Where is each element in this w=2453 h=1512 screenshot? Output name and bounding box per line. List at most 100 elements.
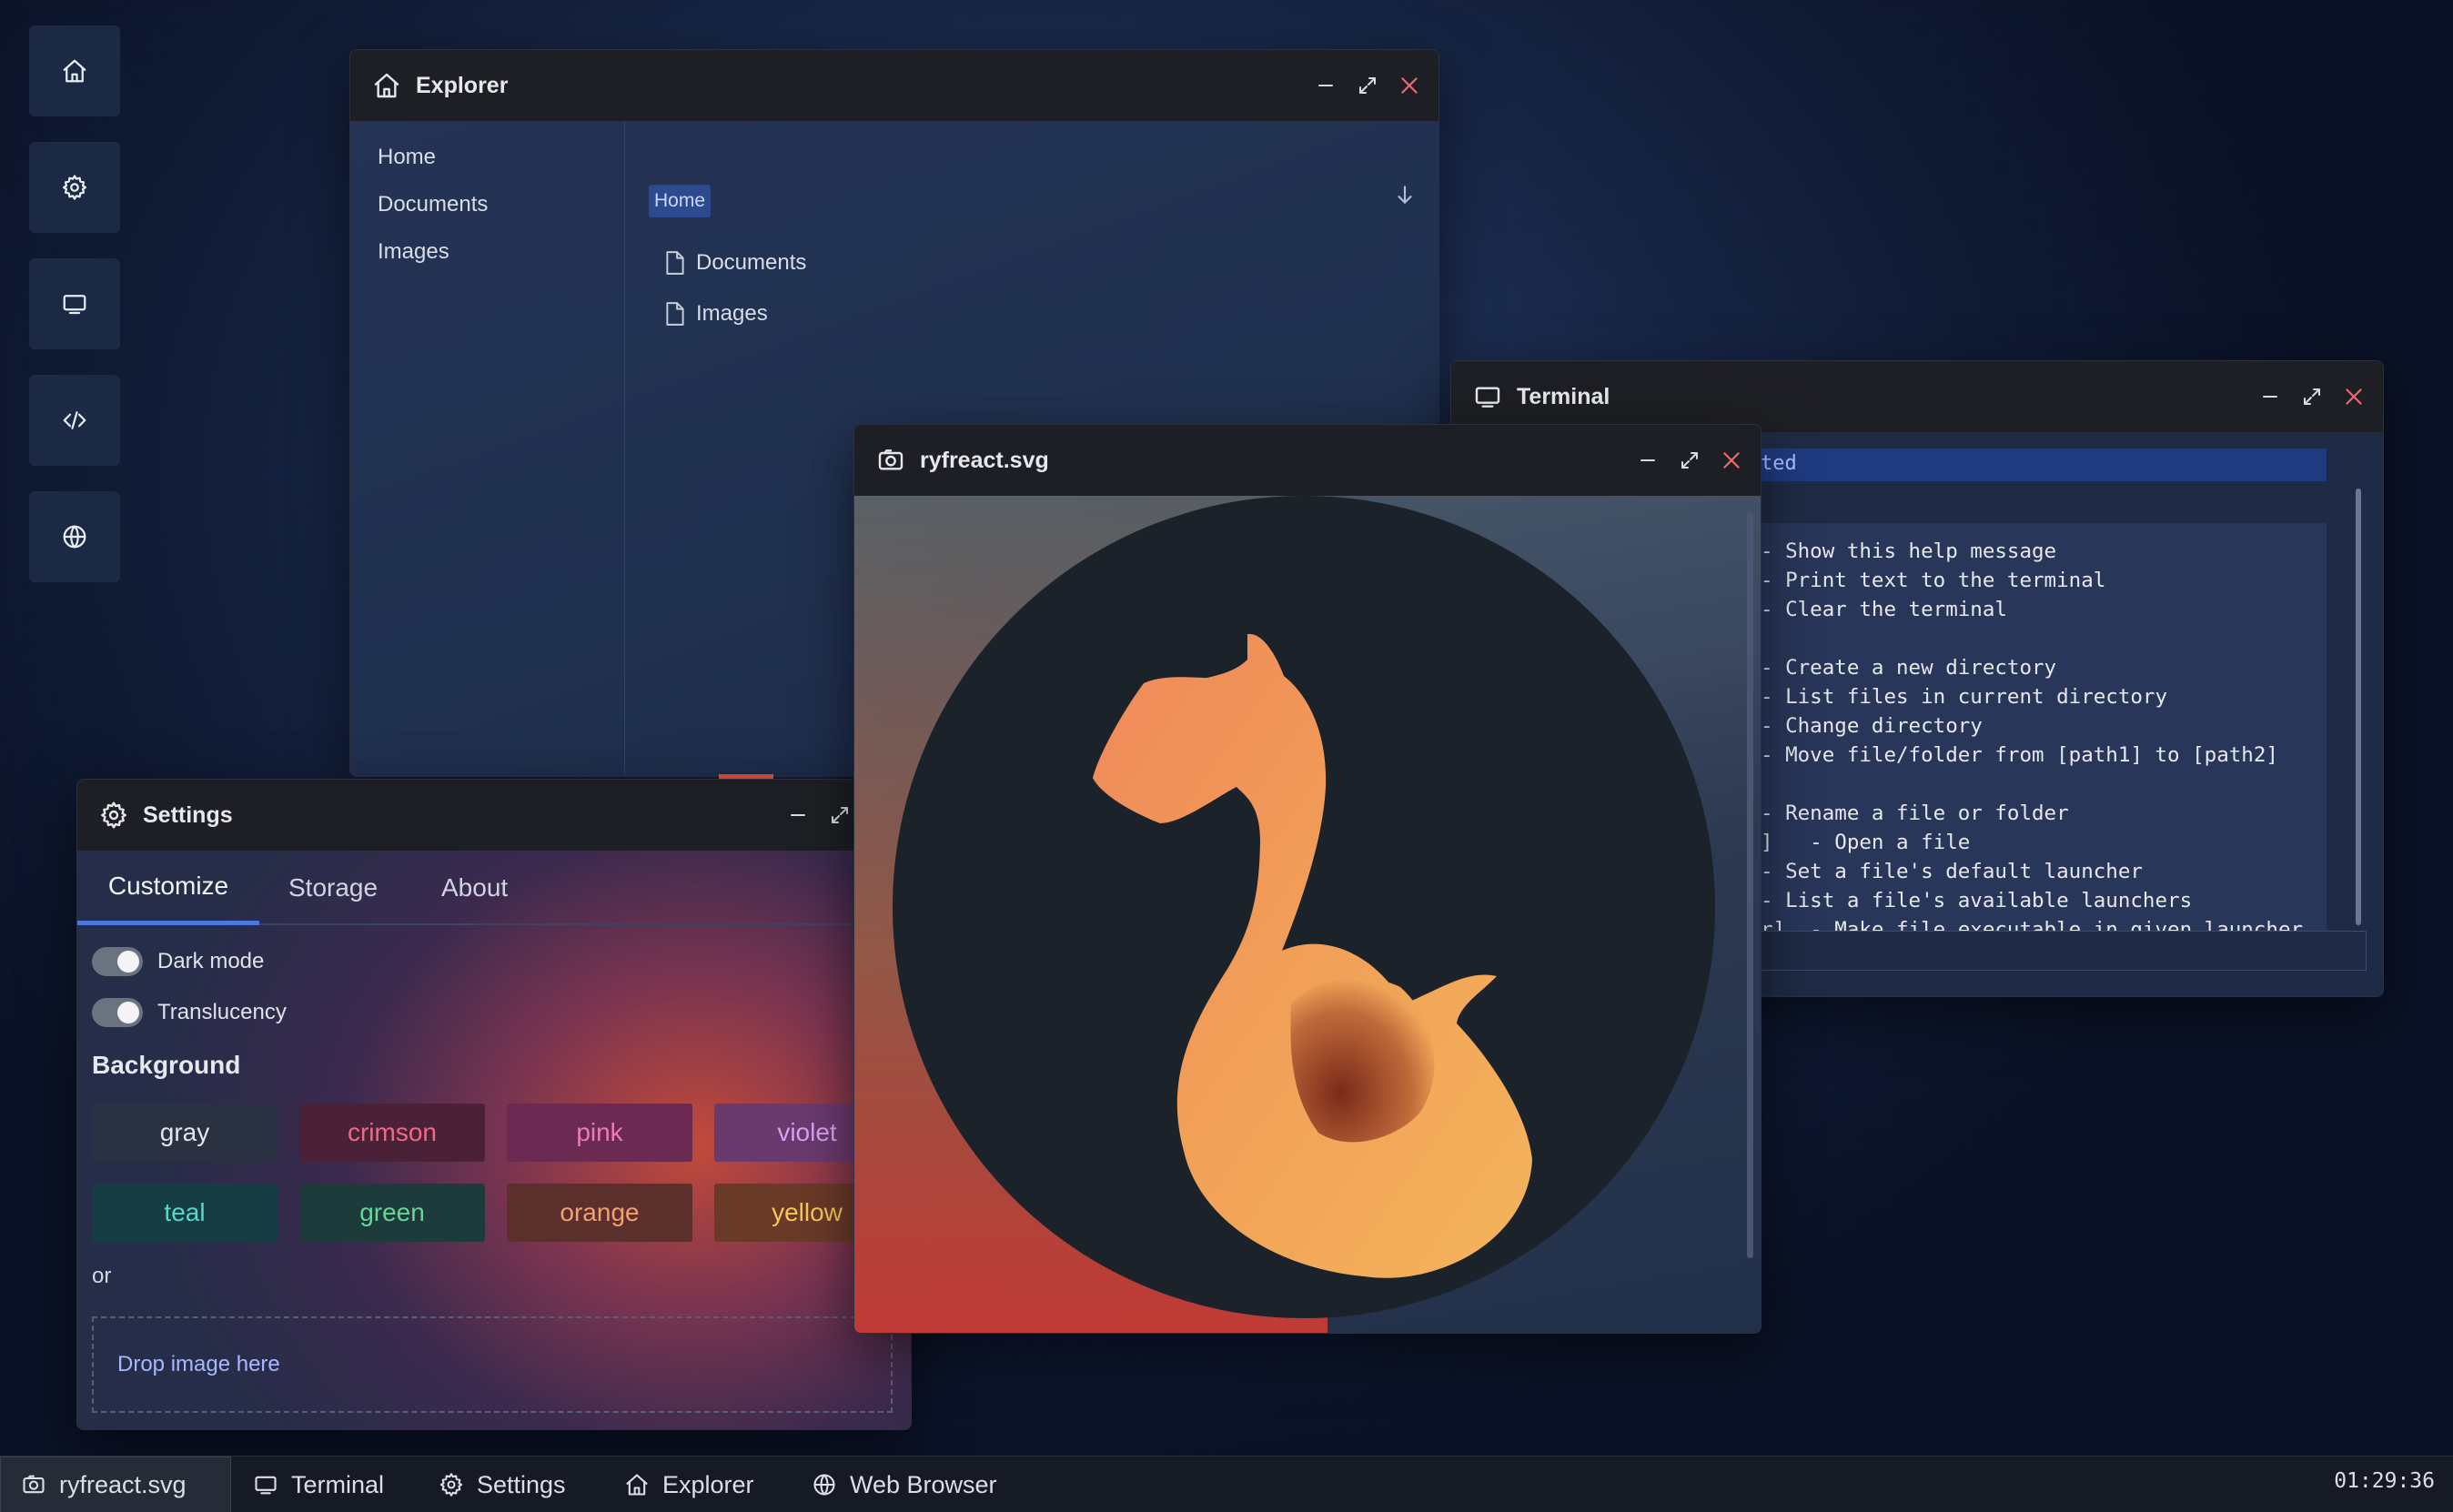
terminal-line: - Change directory: [1761, 714, 1983, 738]
window-title: ryfreact.svg: [920, 447, 1049, 473]
color-chip-green[interactable]: green: [299, 1184, 485, 1242]
terminal-line: - Rename a file or folder: [1761, 801, 2069, 825]
image-viewer-window[interactable]: ryfreact.svg: [853, 424, 1762, 1334]
taskbar-label: Web Browser: [850, 1470, 997, 1498]
taskbar-item-ryfreact[interactable]: ryfreact.svg: [0, 1457, 231, 1512]
desktop-settings-shortcut[interactable]: [29, 142, 120, 233]
taskbar-item-terminal[interactable]: Terminal: [233, 1457, 404, 1512]
desktop-home-shortcut[interactable]: [29, 25, 120, 116]
taskbar-item-settings[interactable]: Settings: [419, 1457, 586, 1512]
maximize-icon: [832, 807, 848, 823]
globe-icon: [813, 1474, 835, 1496]
gear-icon: [439, 1473, 463, 1497]
minimize-button[interactable]: [2257, 384, 2283, 409]
settings-titlebar[interactable]: Settings: [77, 780, 911, 851]
taskbar-label: Terminal: [291, 1470, 385, 1498]
file-row-documents[interactable]: Documents: [663, 250, 806, 276]
home-icon: [63, 59, 86, 83]
image-drop-zone[interactable]: Drop image here: [92, 1316, 893, 1413]
tab-storage[interactable]: Storage: [288, 851, 378, 925]
desktop-terminal-shortcut[interactable]: [29, 258, 120, 349]
close-button[interactable]: [1719, 448, 1744, 473]
monitor-icon: [255, 1476, 277, 1495]
desktop-code-shortcut[interactable]: [29, 375, 120, 466]
viewer-titlebar[interactable]: ryfreact.svg: [854, 425, 1761, 496]
scrollbar[interactable]: [2356, 489, 2361, 925]
window-title: Explorer: [416, 72, 509, 98]
file-name: Documents: [696, 250, 807, 275]
tab-customize[interactable]: Customize: [77, 851, 259, 925]
monitor-icon: [63, 295, 86, 315]
ryfreact-logo: [893, 496, 1715, 1318]
file-row-images[interactable]: Images: [663, 301, 768, 327]
maximize-button[interactable]: [1677, 448, 1702, 473]
taskbar-item-explorer[interactable]: Explorer: [604, 1457, 774, 1512]
minimize-icon: [2263, 396, 2277, 398]
code-icon: [63, 411, 86, 429]
file-icon: [666, 251, 684, 275]
terminal-line: - Print text to the terminal: [1761, 569, 2106, 592]
window-title: Terminal: [1517, 383, 1610, 409]
close-button[interactable]: [2341, 384, 2367, 409]
minimize-button[interactable]: [785, 802, 811, 828]
sidebar-item-home[interactable]: Home: [350, 134, 624, 181]
terminal-input[interactable]: [1751, 931, 2367, 971]
sidebar-item-documents[interactable]: Documents: [350, 181, 624, 228]
terminal-line: - Show this help message: [1761, 539, 2057, 563]
terminal-line: - Set a file's default launcher: [1761, 860, 2143, 883]
tab-about[interactable]: About: [441, 851, 508, 925]
close-icon: [2346, 388, 2362, 405]
settings-window[interactable]: Settings Customize Storage About Dark mo…: [76, 779, 912, 1430]
file-icon: [666, 302, 684, 326]
minimize-button[interactable]: [1635, 448, 1661, 473]
maximize-icon: [1359, 77, 1376, 94]
taskbar-label: Explorer: [662, 1470, 754, 1498]
terminal-line: - Clear the terminal: [1761, 598, 2007, 621]
color-chip-orange[interactable]: orange: [507, 1184, 692, 1242]
taskbar-item-web-browser[interactable]: Web Browser: [792, 1457, 1017, 1512]
gear-icon: [63, 175, 86, 200]
maximize-button[interactable]: [827, 802, 853, 828]
minimize-icon: [791, 814, 805, 816]
scrollbar[interactable]: [1747, 512, 1753, 1258]
close-button[interactable]: [1397, 73, 1422, 98]
terminal-line: - Create a new directory: [1761, 656, 2057, 680]
drop-label: Drop image here: [117, 1352, 280, 1376]
maximize-button[interactable]: [2299, 384, 2325, 409]
dark-mode-toggle[interactable]: [92, 947, 143, 976]
terminal-line: - Move file/folder from [path1] to [path…: [1761, 743, 2278, 767]
home-icon: [374, 73, 399, 98]
clock: 01:29:36: [2334, 1469, 2435, 1493]
color-chip-gray[interactable]: gray: [92, 1104, 278, 1162]
window-title: Settings: [143, 801, 233, 828]
home-icon: [626, 1474, 648, 1496]
color-chip-pink[interactable]: pink: [507, 1104, 692, 1162]
explorer-sidebar: Home Documents Images: [350, 121, 625, 776]
taskbar-label: ryfreact.svg: [59, 1470, 187, 1498]
maximize-icon: [1681, 452, 1698, 469]
image-canvas: [854, 496, 1761, 1333]
close-icon: [1723, 452, 1740, 469]
or-label: or: [92, 1264, 112, 1288]
color-chip-crimson[interactable]: crimson: [299, 1104, 485, 1162]
terminal-line: ] - Open a file: [1761, 831, 1971, 854]
gear-icon: [101, 801, 126, 829]
translucency-toggle[interactable]: [92, 998, 143, 1027]
arrow-down-icon: [1398, 186, 1412, 204]
terminal-titlebar[interactable]: Terminal: [1451, 361, 2383, 432]
maximize-icon: [2304, 388, 2320, 405]
breadcrumb[interactable]: Home: [649, 185, 712, 217]
settings-tabs: Customize Storage About: [77, 851, 911, 925]
section-heading: Background: [92, 1051, 241, 1079]
maximize-button[interactable]: [1355, 73, 1380, 98]
minimize-icon: [1318, 85, 1333, 86]
globe-icon: [63, 525, 86, 549]
image-icon: [878, 449, 903, 470]
color-chip-teal[interactable]: teal: [92, 1184, 278, 1242]
sidebar-item-images[interactable]: Images: [350, 228, 624, 276]
explorer-titlebar[interactable]: Explorer: [350, 50, 1438, 121]
desktop-browser-shortcut[interactable]: [29, 491, 120, 582]
minimize-button[interactable]: [1313, 73, 1338, 98]
terminal-line: - List a file's available launchers: [1761, 889, 2193, 912]
download-button[interactable]: [1393, 183, 1417, 211]
